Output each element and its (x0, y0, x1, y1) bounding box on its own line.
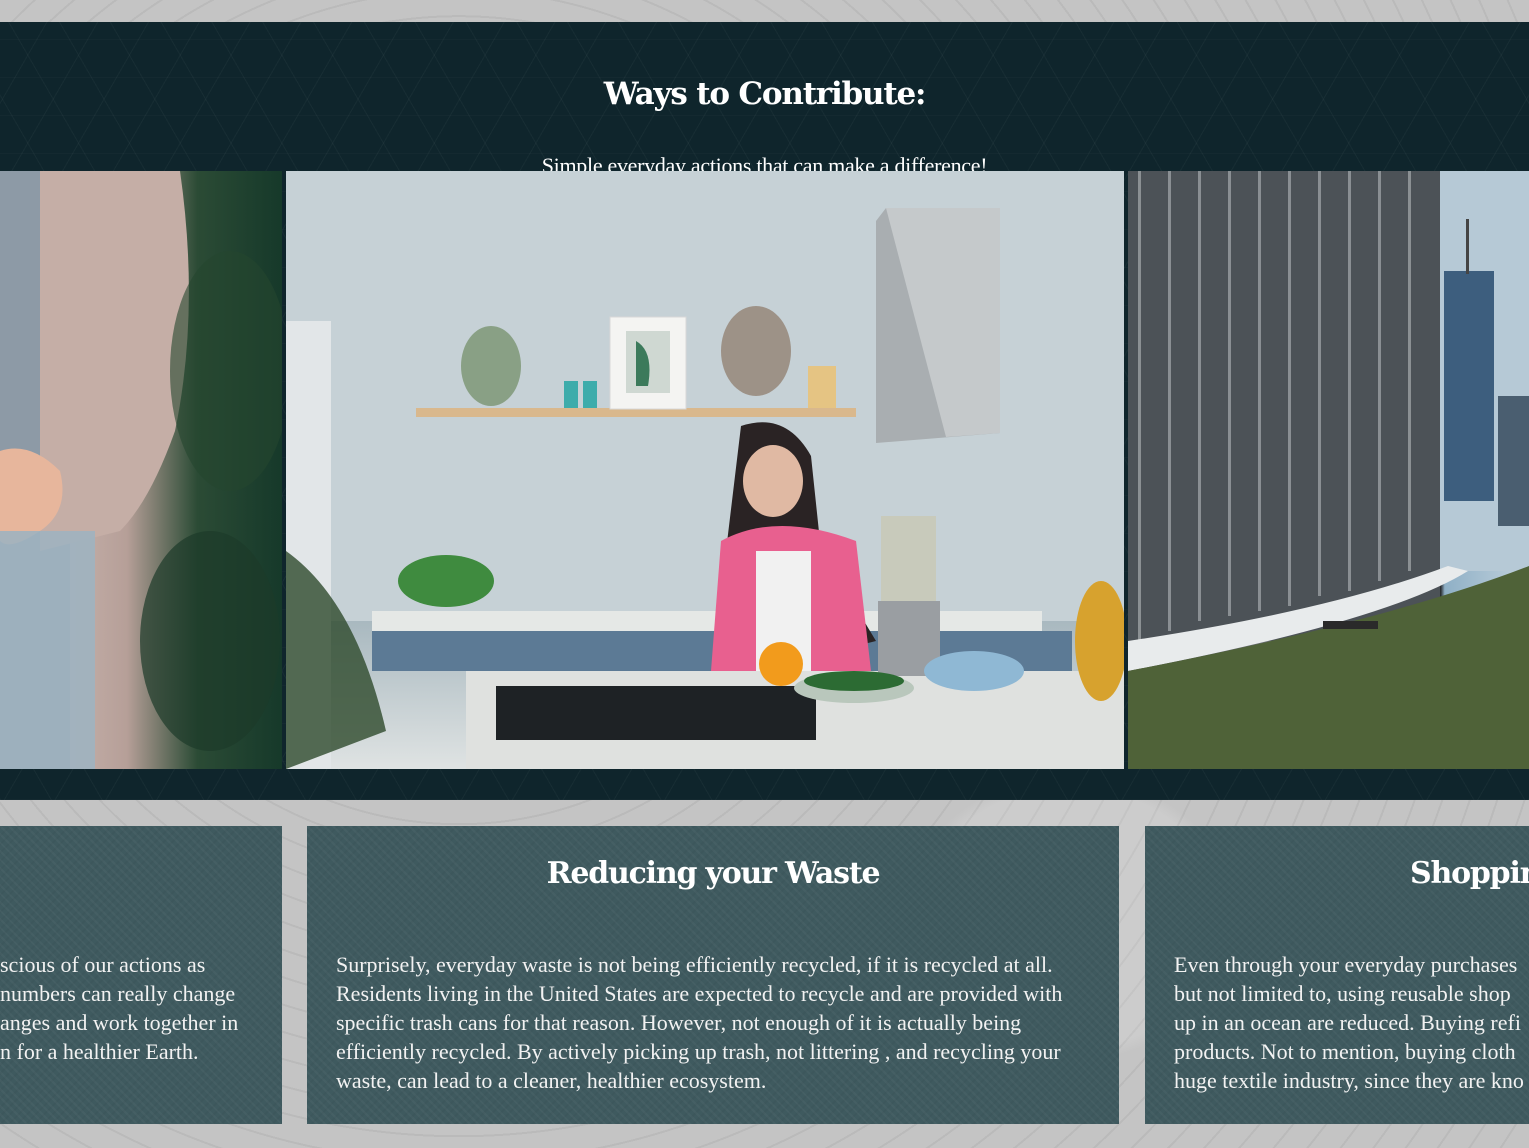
card-right-line: products. Not to mention, buying cloth (1174, 1039, 1516, 1064)
green-roof-building-photo (1128, 171, 1529, 769)
woman-in-kitchen-blender-photo (286, 171, 1124, 769)
card-shopping: Shopping Even through your everyday purc… (1145, 826, 1529, 1124)
card-left-line: n for a healthier Earth. (0, 1039, 199, 1064)
card-title: Reducing your Waste (546, 856, 881, 891)
card-right-body: Even through your everyday purchases but… (1174, 950, 1529, 1095)
card-body: Surprisely, everyday waste is not being … (336, 952, 1063, 1093)
card-right-line: huge textile industry, since they are kn… (1174, 1068, 1524, 1093)
card-left-line: scious of our actions as (0, 952, 206, 977)
card-right-line: up in an ocean are reduced. Buying refi (1174, 1010, 1521, 1035)
card-right-line: but not limited to, using reusable shop (1174, 981, 1511, 1006)
card-left: scious of our actions as numbers can rea… (0, 826, 282, 1124)
card-left-body: scious of our actions as numbers can rea… (0, 950, 282, 1066)
card-title: Shopping (1410, 856, 1529, 891)
person-holding-plant-photo (0, 171, 282, 769)
card-left-line: anges and work together in (0, 1010, 239, 1035)
section-title: Ways to Contribute: (603, 76, 927, 112)
card-left-line: numbers can really change (0, 981, 236, 1006)
card-right-line: Even through your everyday purchases (1174, 952, 1518, 977)
card-reducing-waste: Reducing your Waste Surprisely, everyday… (307, 826, 1119, 1124)
